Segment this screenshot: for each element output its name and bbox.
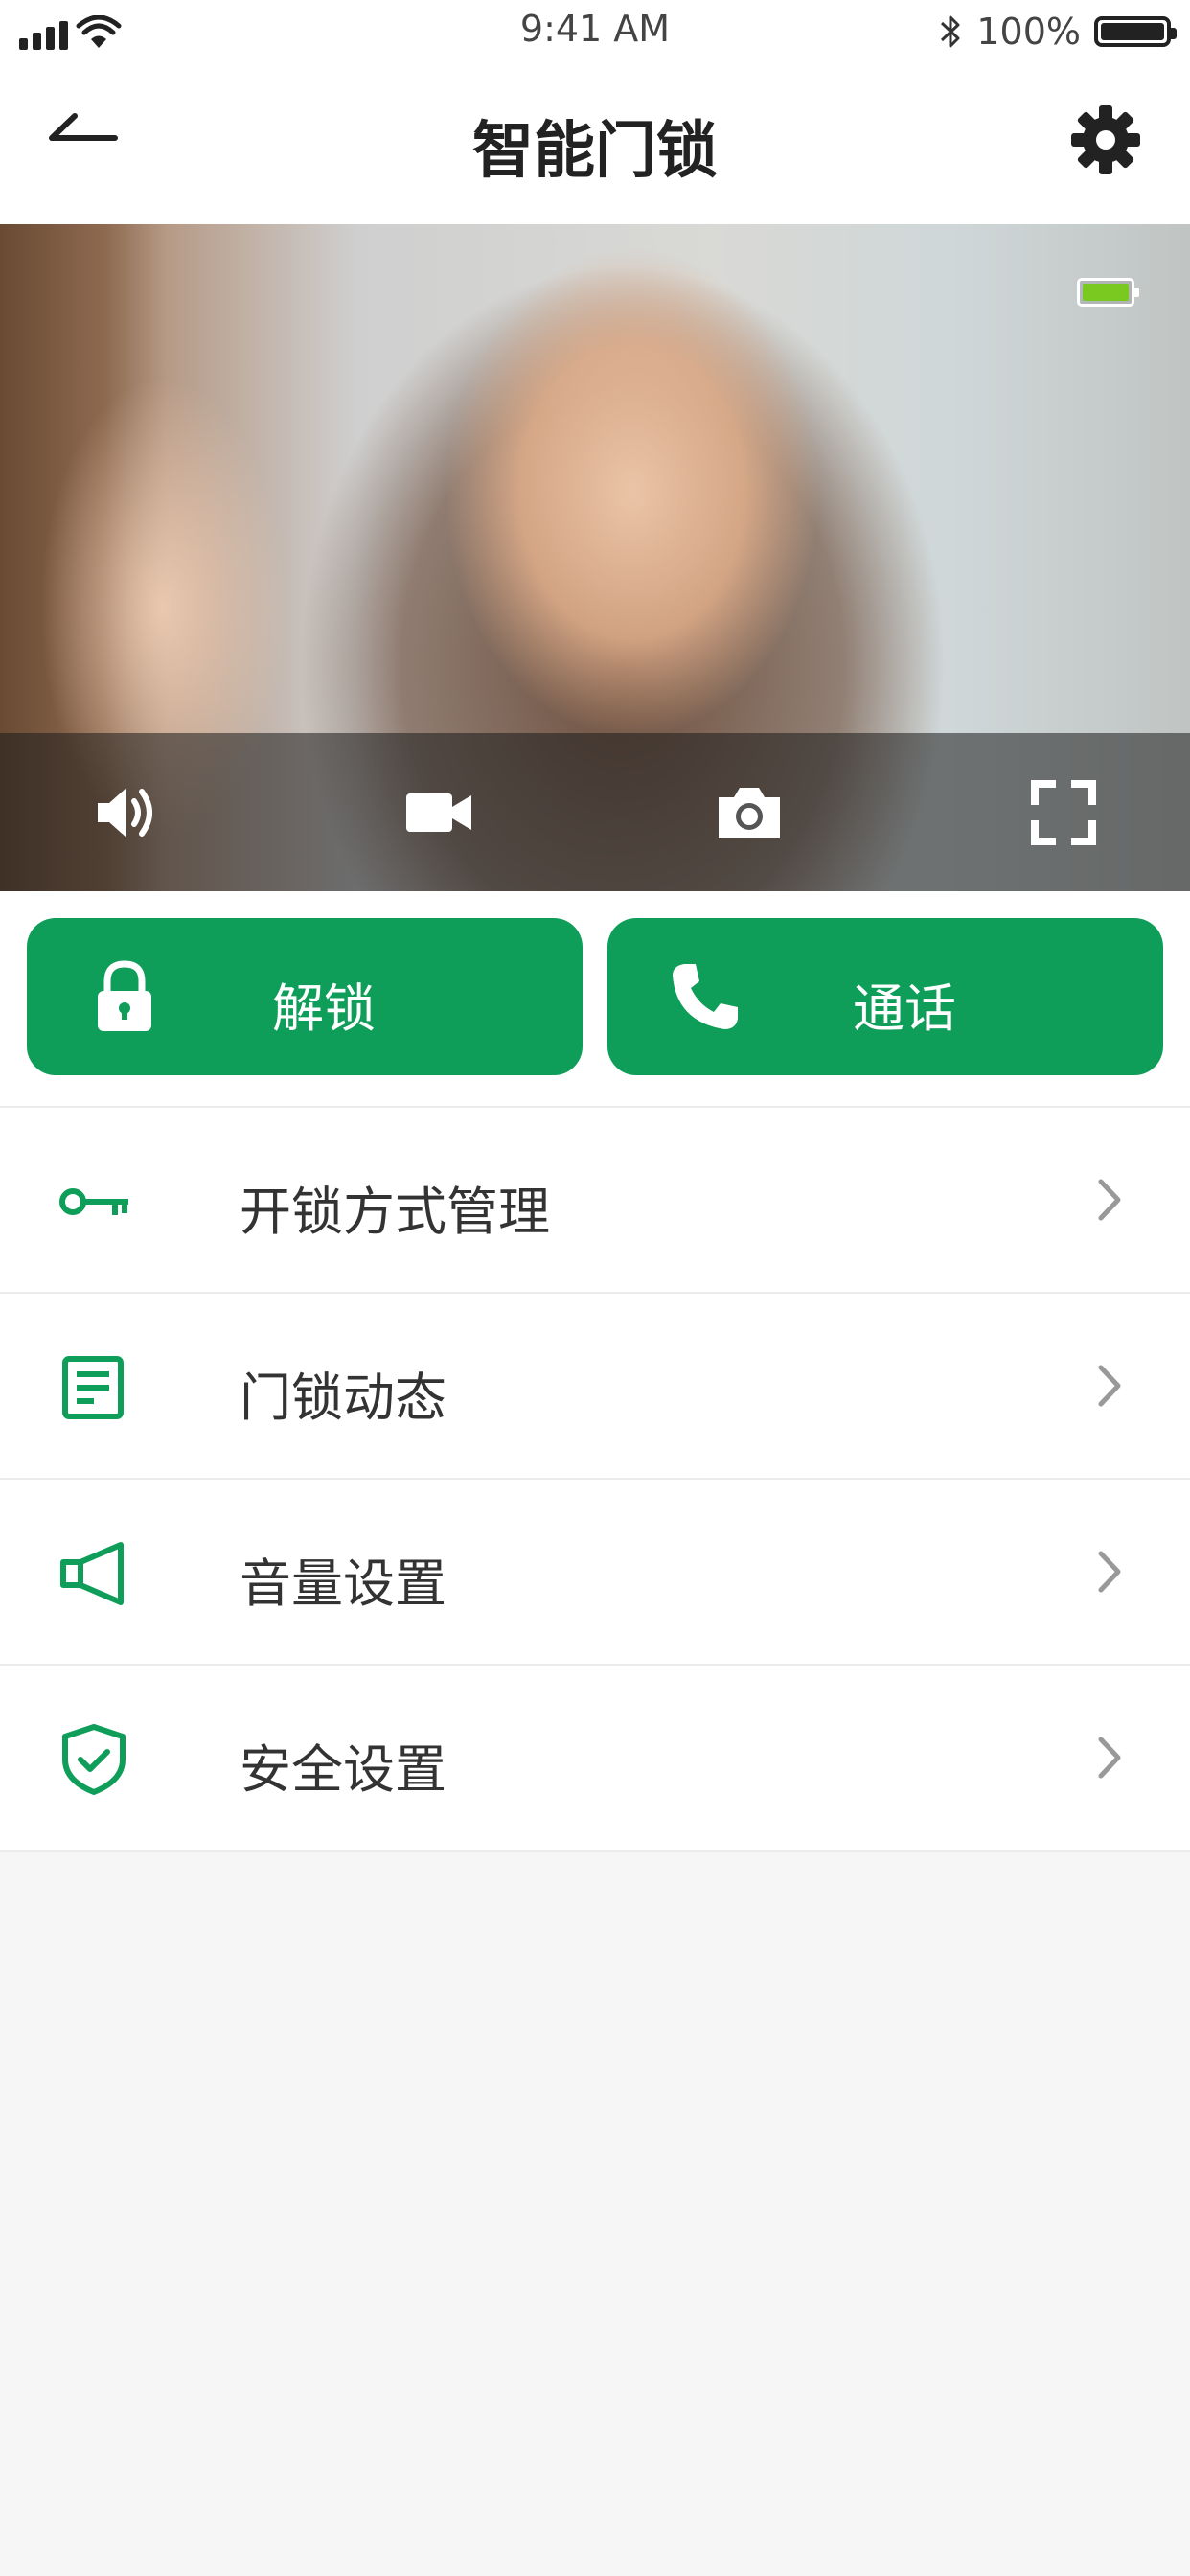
menu-item-unlock-methods[interactable]: 开锁方式管理	[0, 1108, 1190, 1294]
doorbell-video-feed[interactable]	[0, 224, 1190, 891]
action-buttons: 解锁 通话	[0, 891, 1190, 1106]
unlock-button[interactable]: 解锁	[27, 918, 583, 1075]
status-bar: 9:41 AM 100%	[0, 0, 1190, 63]
bluetooth-icon	[941, 15, 960, 48]
video-camera-icon[interactable]	[402, 776, 475, 849]
menu-item-lock-activity[interactable]: 门锁动态	[0, 1294, 1190, 1480]
speaker-outline-icon	[60, 1542, 124, 1605]
camera-battery-icon	[1077, 278, 1139, 307]
unlock-label: 解锁	[272, 978, 376, 1039]
settings-menu: 开锁方式管理 门锁动态 音量设置 安全设置	[0, 1106, 1190, 1852]
speaker-icon[interactable]	[90, 776, 163, 849]
menu-item-security[interactable]: 安全设置	[0, 1666, 1190, 1852]
video-control-bar	[0, 733, 1190, 891]
key-icon	[59, 1188, 128, 1215]
chevron-right-icon	[1098, 1551, 1121, 1593]
menu-item-label: 安全设置	[240, 1739, 446, 1800]
shield-check-icon	[62, 1724, 126, 1795]
chevron-right-icon	[1098, 1736, 1121, 1779]
battery-percent: 100%	[976, 11, 1081, 53]
status-right: 100%	[938, 8, 1177, 56]
call-label: 通话	[853, 978, 956, 1039]
chevron-right-icon	[1098, 1179, 1121, 1221]
call-button[interactable]: 通话	[607, 918, 1163, 1075]
menu-item-label: 开锁方式管理	[240, 1182, 550, 1242]
nav-header: 智能门锁	[0, 63, 1190, 224]
page-title: 智能门锁	[472, 116, 718, 187]
menu-item-label: 门锁动态	[240, 1368, 446, 1428]
chevron-right-icon	[1098, 1365, 1121, 1407]
document-icon	[62, 1356, 124, 1419]
menu-item-label: 音量设置	[240, 1553, 446, 1614]
menu-item-volume[interactable]: 音量设置	[0, 1480, 1190, 1666]
gear-icon[interactable]	[1067, 102, 1144, 178]
battery-icon	[1094, 16, 1177, 47]
fullscreen-icon[interactable]	[1027, 776, 1100, 849]
camera-icon[interactable]	[713, 776, 786, 849]
